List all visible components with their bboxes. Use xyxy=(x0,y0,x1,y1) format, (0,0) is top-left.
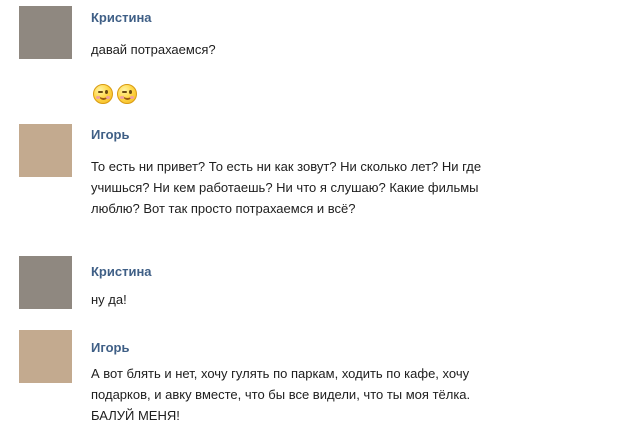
avatar[interactable] xyxy=(19,124,72,177)
message-text: ну да! xyxy=(91,289,626,310)
message-line: А вот блять и нет, хочу гулять по паркам… xyxy=(91,366,470,381)
message-text: давай потрахаемся? xyxy=(91,39,626,60)
author-name[interactable]: Игорь xyxy=(91,127,129,142)
author-name[interactable]: Кристина xyxy=(91,264,152,279)
message-line: давай потрахаемся? xyxy=(91,42,216,57)
message-line: ну да! xyxy=(91,292,127,307)
avatar[interactable] xyxy=(19,330,72,383)
message-line: БАЛУЙ МЕНЯ! xyxy=(91,408,180,423)
wink-smile-icon xyxy=(93,84,113,104)
author-name[interactable]: Игорь xyxy=(91,340,129,355)
avatar[interactable] xyxy=(19,256,72,309)
author-name[interactable]: Кристина xyxy=(91,10,152,25)
wink-smile-icon xyxy=(117,84,137,104)
message-line: учишься? Ни кем работаешь? Ни что я слуш… xyxy=(91,180,479,195)
avatar[interactable] xyxy=(19,6,72,59)
message-line: люблю? Вот так просто потрахаемся и всё? xyxy=(91,201,356,216)
message-line: подарков, и авку вместе, что бы все виде… xyxy=(91,387,471,402)
message-text: То есть ни привет? То есть ни как зовут?… xyxy=(91,156,626,219)
message-line: То есть ни привет? То есть ни как зовут?… xyxy=(91,159,482,174)
emoji-row xyxy=(93,84,137,108)
message-text: А вот блять и нет, хочу гулять по паркам… xyxy=(91,363,626,426)
